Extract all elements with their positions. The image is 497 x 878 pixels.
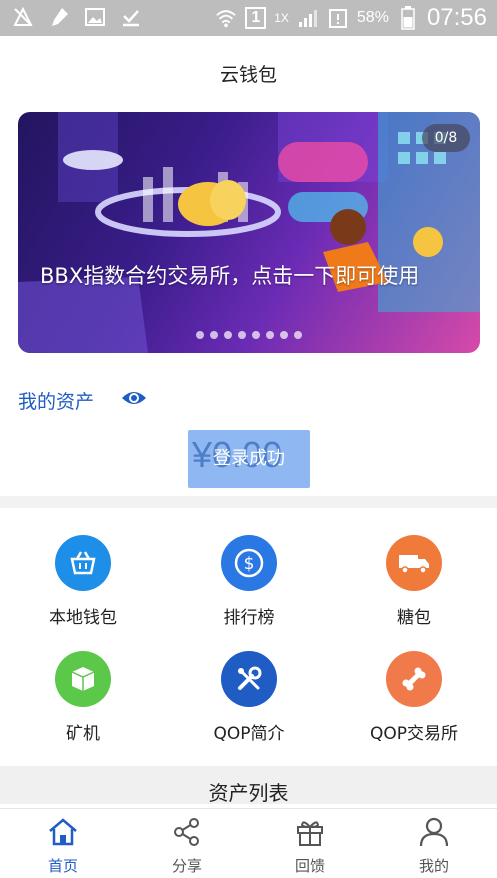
grid-label: 矿机	[66, 724, 100, 744]
status-bar: 1 1X 58% 07:56	[0, 0, 497, 36]
tab-label: 我的	[418, 857, 449, 875]
download-done-icon	[120, 6, 142, 28]
banner-caption: BBX指数合约交易所，点击一下即可使用	[40, 264, 420, 288]
network-type: 1X	[274, 11, 289, 25]
grid-item-candy[interactable]: 糖包	[331, 535, 497, 628]
tab-profile[interactable]: 我的	[394, 817, 474, 876]
notification-icon	[12, 6, 34, 28]
tab-label: 回馈	[294, 857, 325, 875]
sim-alert-icon	[327, 7, 349, 29]
battery-percent: 58%	[356, 9, 389, 26]
tab-label: 首页	[47, 857, 78, 875]
eye-icon[interactable]	[120, 387, 148, 409]
pagination-dot[interactable]	[210, 331, 218, 339]
gift-icon	[297, 821, 323, 846]
asset-list-header: 资产列表	[0, 766, 497, 805]
tab-feedback[interactable]: 回馈	[270, 817, 350, 876]
sim-indicator: 1	[245, 7, 267, 29]
tab-home[interactable]: 首页	[23, 817, 103, 876]
grid-item-ranking[interactable]: $ 排行榜	[166, 535, 332, 628]
basket-icon	[55, 535, 111, 591]
share-icon	[174, 818, 199, 846]
my-assets-label: 我的资产	[18, 391, 95, 413]
pagination-dot[interactable]	[280, 331, 288, 339]
grid-label: 排行榜	[223, 608, 275, 628]
svg-text:$: $	[244, 554, 255, 574]
tab-share[interactable]: 分享	[147, 817, 227, 876]
banner-illustration	[18, 112, 480, 353]
promo-banner[interactable]: 0/8 BBX指数合约交易所，点击一下即可使用	[18, 112, 480, 353]
banner-page-counter: 0/8	[422, 124, 470, 152]
pagination-dot[interactable]	[224, 331, 232, 339]
truck-icon	[386, 535, 442, 591]
bottom-tab-bar: 首页 分享 回馈 我的	[0, 808, 497, 878]
grid-label: 本地钱包	[49, 608, 117, 628]
user-icon	[419, 817, 449, 847]
pagination-dot[interactable]	[294, 331, 302, 339]
home-icon	[49, 818, 77, 846]
grid-label: 糖包	[397, 608, 431, 628]
tools-icon	[221, 651, 277, 707]
pagination-dot[interactable]	[238, 331, 246, 339]
balance-display: ¥0.00 登录成功	[188, 430, 310, 488]
pagination-dot[interactable]	[252, 331, 260, 339]
grid-item-local-wallet[interactable]: 本地钱包	[0, 535, 166, 628]
clock: 07:56	[426, 4, 487, 31]
battery-icon	[397, 6, 419, 30]
page-title: 云钱包	[219, 64, 277, 86]
section-divider	[0, 496, 497, 508]
grid-item-qop-exchange[interactable]: QOP交易所	[331, 651, 497, 744]
tab-label: 分享	[171, 857, 202, 875]
wifi-icon	[215, 7, 237, 29]
grid-label: QOP交易所	[369, 724, 458, 744]
signal-icon	[297, 7, 319, 29]
bone-icon	[386, 651, 442, 707]
gallery-icon	[84, 6, 106, 28]
banner-pagination	[18, 331, 480, 339]
grid-label: QOP简介	[213, 724, 285, 744]
pagination-dot[interactable]	[196, 331, 204, 339]
grid-item-miner[interactable]: 矿机	[0, 651, 166, 744]
flashlight-icon	[48, 6, 70, 28]
dollar-icon: $	[221, 535, 277, 591]
grid-item-qop-intro[interactable]: QOP简介	[166, 651, 332, 744]
pagination-dot[interactable]	[266, 331, 274, 339]
login-success-toast: 登录成功	[213, 448, 285, 469]
box-icon	[55, 651, 111, 707]
